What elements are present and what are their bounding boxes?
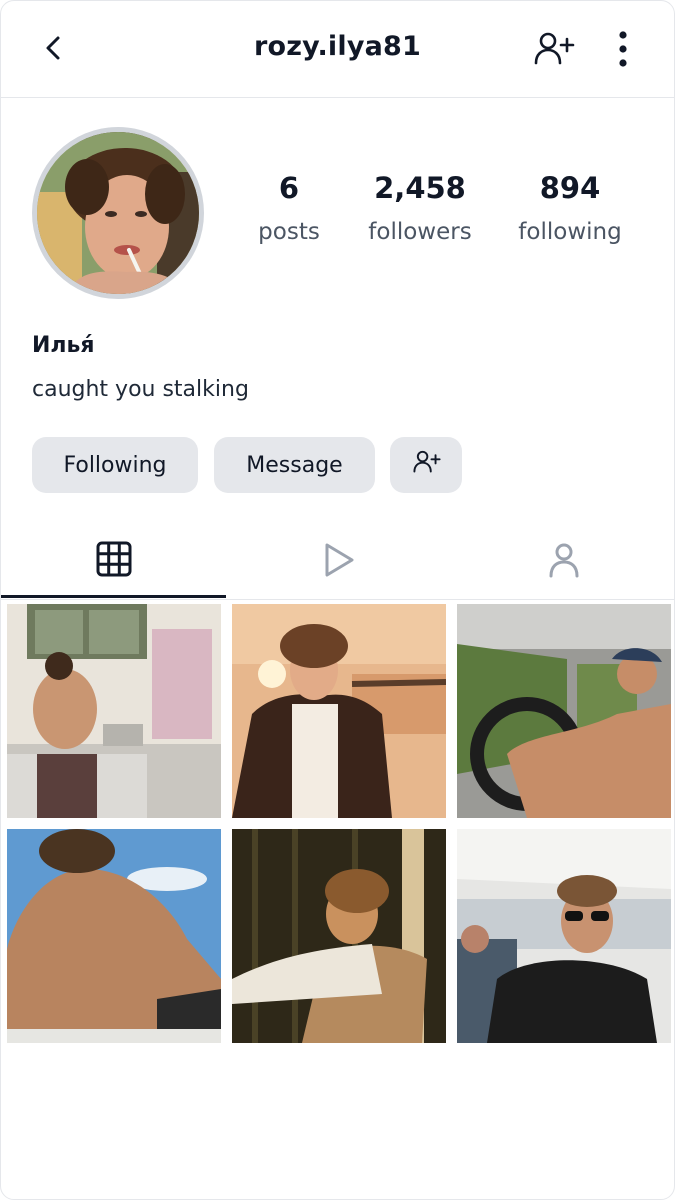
avatar-photo [37,132,199,294]
followers-label: followers [368,219,472,245]
stat-following[interactable]: 894 following [500,171,640,245]
following-label: following [518,219,622,245]
person-plus-icon[interactable] [531,29,575,69]
post-thumbnail[interactable] [7,604,221,818]
message-button[interactable]: Message [214,437,375,493]
post-thumbnail[interactable] [232,604,446,818]
stat-posts[interactable]: 6 posts [219,171,359,245]
post-thumbnail[interactable] [457,604,671,818]
play-icon [323,542,355,582]
posts-label: posts [258,219,320,245]
tab-posts-grid[interactable] [1,527,226,598]
profile-screen: rozy.ilya81 6 posts 2,458 followers 894 … [0,0,675,1200]
followers-count: 2,458 [374,171,466,205]
display-name: Илья́ [32,333,95,358]
person-icon [548,542,580,582]
tab-reels[interactable] [226,527,451,597]
avatar[interactable] [32,127,204,299]
stat-followers[interactable]: 2,458 followers [350,171,490,245]
suggest-users-button[interactable] [390,437,462,493]
profile-tabs [1,527,674,600]
post-thumbnail[interactable] [457,829,671,1043]
more-vertical-icon[interactable] [607,29,639,69]
person-plus-icon [411,448,441,482]
following-button[interactable]: Following [32,437,198,493]
posts-count: 6 [278,171,300,205]
grid-icon [96,541,132,581]
following-count: 894 [539,171,601,205]
top-bar: rozy.ilya81 [1,1,674,98]
post-thumbnail[interactable] [232,829,446,1043]
tab-tagged[interactable] [451,527,674,597]
bio-text: caught you stalking [32,377,249,402]
post-thumbnail[interactable] [7,829,221,1043]
